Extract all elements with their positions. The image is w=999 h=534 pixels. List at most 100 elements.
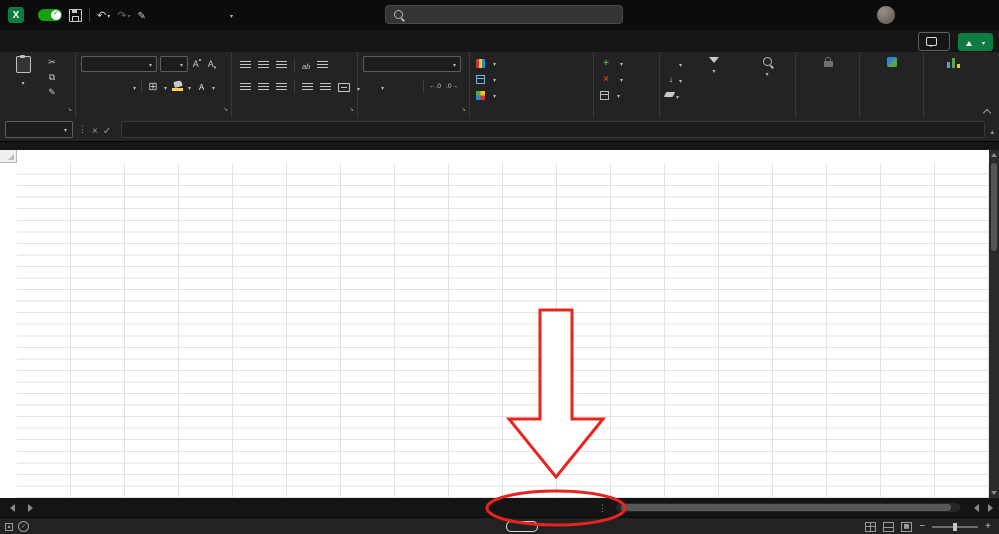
decrease-font-button[interactable] bbox=[206, 57, 218, 71]
cut-button[interactable] bbox=[46, 55, 58, 69]
formula-bar-split-handle[interactable] bbox=[78, 124, 87, 135]
conditional-formatting-button[interactable] bbox=[470, 55, 593, 71]
number-format-select[interactable] bbox=[363, 56, 461, 72]
dialog-launcher-icon[interactable] bbox=[223, 98, 228, 116]
italic-button[interactable] bbox=[99, 79, 111, 93]
font-name-select[interactable] bbox=[81, 56, 157, 72]
align-center-button[interactable] bbox=[258, 82, 269, 92]
fill-button[interactable] bbox=[665, 71, 682, 86]
align-top-button[interactable] bbox=[240, 60, 251, 70]
copy-button[interactable] bbox=[46, 70, 58, 84]
paste-button[interactable] bbox=[6, 55, 40, 87]
zoom-out-icon[interactable] bbox=[919, 521, 925, 532]
scroll-down-icon[interactable] bbox=[991, 491, 997, 495]
align-right-button[interactable] bbox=[276, 82, 287, 92]
page-layout-view-button[interactable] bbox=[883, 521, 895, 532]
thousands-button[interactable] bbox=[406, 79, 418, 93]
sheet-nav-left-icon[interactable] bbox=[10, 504, 15, 512]
title-bar bbox=[0, 0, 999, 30]
close-button[interactable] bbox=[969, 0, 999, 30]
analyze-data-button[interactable] bbox=[929, 57, 979, 71]
minimize-button[interactable] bbox=[909, 0, 939, 30]
borders-button[interactable] bbox=[147, 79, 159, 93]
vertical-scroll-thumb[interactable] bbox=[991, 163, 997, 251]
scroll-left-icon[interactable] bbox=[974, 504, 979, 512]
page-break-view-button[interactable] bbox=[901, 521, 913, 532]
divider bbox=[141, 80, 143, 92]
redo-button[interactable] bbox=[117, 9, 130, 22]
cancel-entry-icon[interactable] bbox=[92, 121, 98, 139]
status-bar bbox=[0, 517, 999, 534]
macro-record-icon[interactable] bbox=[5, 522, 13, 531]
add-sheet-button[interactable] bbox=[148, 501, 161, 514]
search-box[interactable] bbox=[385, 5, 623, 24]
formula-input[interactable] bbox=[121, 121, 986, 138]
currency-button[interactable] bbox=[364, 79, 376, 93]
scroll-right-icon[interactable] bbox=[988, 504, 993, 512]
autosave-toggle[interactable] bbox=[38, 9, 62, 21]
user-avatar[interactable] bbox=[877, 6, 895, 24]
zoom-in-icon[interactable] bbox=[985, 521, 991, 532]
group-clipboard bbox=[0, 52, 76, 118]
align-middle-button[interactable] bbox=[258, 60, 269, 70]
dialog-launcher-icon[interactable] bbox=[461, 98, 466, 116]
collapse-ribbon-button[interactable] bbox=[983, 109, 991, 114]
confirm-entry-icon[interactable] bbox=[103, 121, 111, 139]
percent-button[interactable] bbox=[389, 79, 401, 93]
increase-indent-button[interactable] bbox=[320, 82, 331, 92]
cell-styles-button[interactable] bbox=[470, 87, 593, 103]
dialog-launcher-icon[interactable] bbox=[349, 98, 354, 116]
zoom-slider-knob[interactable] bbox=[953, 522, 958, 531]
orientation-button[interactable] bbox=[302, 56, 310, 74]
scroll-up-icon[interactable] bbox=[991, 153, 997, 157]
normal-view-button[interactable] bbox=[865, 521, 877, 532]
format-cells-button[interactable] bbox=[594, 87, 659, 103]
decrease-decimal-button[interactable] bbox=[446, 79, 458, 93]
increase-font-button[interactable] bbox=[191, 57, 203, 71]
select-all-corner[interactable] bbox=[0, 150, 17, 163]
find-select-button[interactable] bbox=[742, 57, 792, 79]
formula-bar-expand-icon[interactable] bbox=[990, 121, 994, 139]
grid-cells[interactable] bbox=[17, 163, 989, 498]
font-color-button[interactable] bbox=[196, 79, 207, 93]
horizontal-scrollbar[interactable] bbox=[616, 503, 960, 512]
save-icon[interactable] bbox=[69, 8, 82, 22]
zoom-slider[interactable] bbox=[932, 522, 979, 531]
wrap-text-button[interactable] bbox=[317, 60, 329, 70]
sort-filter-button[interactable] bbox=[688, 57, 740, 76]
autosum-button[interactable] bbox=[665, 55, 682, 70]
decrease-indent-button[interactable] bbox=[302, 82, 313, 92]
delete-cells-button[interactable] bbox=[594, 71, 659, 87]
quick-access-icon[interactable] bbox=[137, 6, 145, 24]
dialog-launcher-icon[interactable] bbox=[67, 98, 72, 116]
restore-button[interactable] bbox=[939, 0, 969, 30]
merge-center-button[interactable] bbox=[338, 82, 350, 92]
format-painter-button[interactable] bbox=[46, 85, 58, 99]
align-bottom-button[interactable] bbox=[276, 60, 287, 70]
font-size-select[interactable] bbox=[160, 56, 188, 72]
format-as-table-button[interactable] bbox=[470, 71, 593, 87]
clear-button[interactable] bbox=[663, 87, 682, 102]
bold-button[interactable] bbox=[82, 79, 94, 93]
name-box[interactable] bbox=[5, 121, 73, 138]
fill-color-button[interactable] bbox=[172, 79, 184, 93]
document-title[interactable] bbox=[225, 0, 233, 30]
addins-button[interactable] bbox=[863, 57, 921, 70]
divider bbox=[89, 8, 90, 22]
undo-button[interactable] bbox=[97, 9, 110, 22]
insert-cells-button[interactable] bbox=[594, 55, 659, 71]
confidentiality-button[interactable] bbox=[799, 57, 857, 70]
undo-icon bbox=[97, 9, 106, 22]
share-button[interactable] bbox=[957, 32, 993, 51]
conditional-formatting-icon bbox=[476, 58, 485, 68]
increase-decimal-button[interactable] bbox=[429, 79, 441, 93]
ribbon-tab-bar bbox=[0, 30, 999, 52]
tab-split-handle[interactable] bbox=[598, 503, 607, 514]
sheet-nav-right-icon[interactable] bbox=[28, 504, 33, 512]
horizontal-scroll-thumb[interactable] bbox=[621, 504, 951, 511]
format-icon bbox=[600, 90, 609, 100]
underline-button[interactable] bbox=[116, 79, 128, 93]
align-left-button[interactable] bbox=[240, 82, 251, 92]
comments-button[interactable] bbox=[917, 32, 950, 51]
vertical-scrollbar[interactable] bbox=[989, 150, 999, 498]
